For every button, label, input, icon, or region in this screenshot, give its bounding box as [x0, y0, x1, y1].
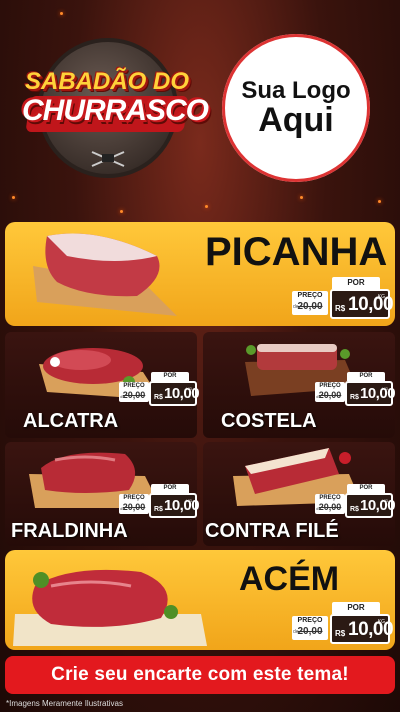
de-label: de — [316, 506, 321, 511]
disclaimer-text: *Imagens Meramente Ilustrativas — [6, 699, 123, 708]
product-card-contra-file: CONTRA FILÉ POR PREÇO 20,00 de R$ 10,00 … — [203, 442, 396, 546]
price-tag: POR PREÇO 20,00 de R$ 10,00 KG — [315, 484, 396, 520]
create-flyer-button[interactable]: Crie seu encarte com este tema! — [5, 656, 395, 694]
price-tag: POR PREÇO 20,00 de R$ 10,00 KG — [119, 372, 200, 408]
price-value: 10,00 — [348, 294, 394, 315]
product-name: COSTELA — [221, 410, 317, 432]
currency-label: R$ — [350, 394, 359, 401]
unit-label: KG — [377, 294, 385, 300]
product-name: ACÉM — [239, 560, 340, 598]
brand-logo-placeholder: Sua Logo Aqui — [222, 34, 370, 182]
price-value: 10,00 — [164, 497, 200, 514]
de-label: de — [293, 629, 299, 635]
de-label: de — [120, 394, 125, 399]
product-card-fraldinha: FRALDINHA POR PREÇO 20,00 de R$ 10,00 KG — [5, 442, 200, 546]
ember-spark — [300, 196, 303, 199]
price-value: 10,00 — [360, 385, 396, 402]
old-price-box: PREÇO 20,00 — [119, 494, 149, 514]
product-card-picanha: PICANHA POR PREÇO 20,00 de R$ 10,00 KG — [5, 222, 395, 326]
old-price-box: PREÇO 20,00 — [119, 382, 149, 402]
currency-label: R$ — [154, 394, 163, 401]
product-card-costela: COSTELA POR PREÇO 20,00 de R$ 10,00 KG — [203, 332, 396, 438]
price-value: 10,00 — [348, 619, 394, 640]
price-box: R$ 10,00 KG — [330, 614, 394, 644]
brand-logo-line2: Aqui — [258, 100, 334, 139]
unit-label: KG — [377, 619, 385, 625]
por-label: POR — [151, 372, 189, 381]
de-label: de — [120, 506, 125, 511]
price-tag: POR PREÇO 20,00 de R$ 10,00 KG — [292, 277, 394, 323]
grill-utensils-icon — [91, 151, 125, 167]
por-label: POR — [332, 277, 380, 289]
ember-spark — [378, 200, 381, 203]
price-box: R$ 10,00 KG — [330, 289, 394, 319]
currency-label: R$ — [335, 629, 346, 638]
por-label: POR — [151, 484, 189, 493]
por-label: POR — [332, 602, 380, 614]
price-box: R$ 10,00 KG — [345, 381, 396, 406]
brand-logo-line1: Sua Logo — [241, 76, 351, 104]
currency-label: R$ — [350, 506, 359, 513]
por-label: POR — [347, 484, 385, 493]
price-tag: POR PREÇO 20,00 de R$ 10,00 KG — [315, 372, 396, 408]
preco-label: PREÇO — [319, 495, 341, 501]
ember-spark — [60, 12, 63, 15]
event-badge: SABADÃO DO CHURRASCO — [22, 30, 209, 190]
product-card-alcatra: ALCATRA POR PREÇO 20,00 de R$ 10,00 KG — [5, 332, 200, 438]
product-card-acem: ACÉM POR PREÇO 20,00 de R$ 10,00 KG — [5, 550, 395, 650]
price-value: 10,00 — [164, 385, 200, 402]
old-price-box: PREÇO 20,00 — [292, 616, 328, 640]
por-label: POR — [347, 372, 385, 381]
preco-label: PREÇO — [123, 495, 145, 501]
price-box: R$ 10,00 KG — [149, 381, 200, 406]
preco-label: PREÇO — [319, 383, 341, 389]
price-tag: POR PREÇO 20,00 de R$ 10,00 KG — [292, 602, 394, 648]
preco-label: PREÇO — [297, 292, 323, 299]
ember-spark — [120, 210, 123, 213]
price-value: 10,00 — [360, 497, 396, 514]
old-price-box: PREÇO 20,00 — [315, 382, 345, 402]
product-name: FRALDINHA — [11, 520, 128, 542]
old-price-box: PREÇO 20,00 — [292, 291, 328, 315]
ember-spark — [205, 205, 208, 208]
unit-label: KG — [382, 386, 388, 391]
acem-meat-icon — [13, 569, 207, 646]
unit-label: KG — [186, 386, 192, 391]
badge-title-line1: SABADÃO DO — [24, 68, 189, 95]
ember-spark — [12, 196, 15, 199]
badge-title-line2: CHURRASCO — [22, 94, 209, 127]
flyer-page: SABADÃO DO CHURRASCO Sua Logo Aqui PICAN… — [0, 0, 400, 712]
currency-label: R$ — [335, 304, 346, 313]
unit-label: KG — [186, 498, 192, 503]
product-name: CONTRA FILÉ — [205, 520, 339, 542]
product-name: PICANHA — [205, 230, 388, 274]
product-name: ALCATRA — [23, 410, 119, 432]
de-label: de — [316, 394, 321, 399]
de-label: de — [293, 304, 299, 310]
price-box: R$ 10,00 KG — [345, 493, 396, 518]
price-tag: POR PREÇO 20,00 de R$ 10,00 KG — [119, 484, 200, 520]
currency-label: R$ — [154, 506, 163, 513]
picanha-meat-icon — [33, 233, 177, 316]
preco-label: PREÇO — [297, 617, 323, 624]
unit-label: KG — [382, 498, 388, 503]
old-price-box: PREÇO 20,00 — [315, 494, 345, 514]
preco-label: PREÇO — [123, 383, 145, 389]
price-box: R$ 10,00 KG — [149, 493, 200, 518]
